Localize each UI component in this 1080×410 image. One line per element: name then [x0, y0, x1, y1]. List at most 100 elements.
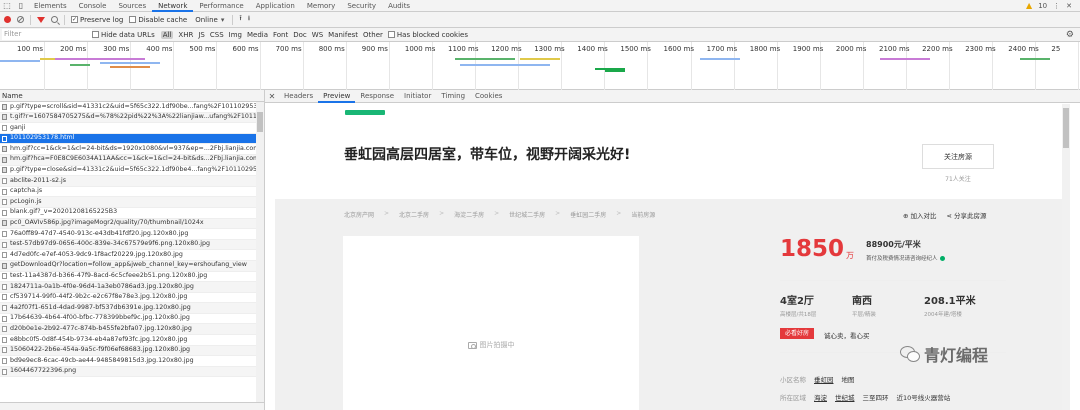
follow-listing-button[interactable]: 关注房源: [922, 144, 994, 169]
type-other[interactable]: Other: [363, 31, 383, 39]
hide-data-urls-label: Hide data URLs: [101, 30, 155, 39]
preview-scrollbar[interactable]: [1062, 104, 1070, 410]
type-xhr[interactable]: XHR: [178, 31, 193, 39]
request-row[interactable]: 76a0ff89-47d7-4540-913c-e43db41fdf20.jpg…: [0, 229, 264, 240]
request-row[interactable]: pcLogin.js: [0, 197, 264, 208]
tab-cookies[interactable]: Cookies: [470, 90, 507, 103]
request-row[interactable]: cf539714-99f0-44f2-9b2c-e2c67f8e78e3.jpg…: [0, 293, 264, 304]
tab-performance[interactable]: Performance: [193, 0, 249, 12]
throttling-select[interactable]: Online ▾: [193, 16, 226, 24]
timeline-overview[interactable]: 100 ms 200 ms 300 ms 400 ms 500 ms 600 ms 700 …: [0, 42, 1080, 90]
preserve-log-box[interactable]: [71, 16, 78, 23]
listing-photo[interactable]: 图片拍摄中: [343, 236, 639, 410]
breadcrumb-item[interactable]: 世纪城二手房: [509, 210, 545, 219]
export-har-icon[interactable]: ⭳: [248, 14, 250, 25]
filter-input[interactable]: Filter: [2, 29, 92, 40]
search-icon[interactable]: [51, 16, 58, 23]
more-menu-icon[interactable]: ⋮: [1053, 2, 1060, 10]
breadcrumb-item[interactable]: 北京二手房: [399, 210, 429, 219]
breadcrumb-item[interactable]: 北京房产网: [344, 210, 374, 219]
tab-headers[interactable]: Headers: [279, 90, 318, 103]
has-blocked-cookies-checkbox[interactable]: Has blocked cookies: [387, 31, 468, 39]
request-row[interactable]: blank.gif?_v=20201208165225B3: [0, 208, 264, 219]
tab-preview[interactable]: Preview: [318, 90, 356, 103]
request-row[interactable]: captcha.js: [0, 187, 264, 198]
has-blocked-cookies-box[interactable]: [387, 31, 395, 38]
tab-network[interactable]: Network: [152, 0, 194, 12]
request-row[interactable]: hm.gif?hca=F0E8C9E6034A11AA&cc=1&ck=1&cl…: [0, 154, 264, 166]
filter-icon[interactable]: [37, 16, 45, 23]
request-row[interactable]: 15060422-2b6e-454a-9a5c-f9f06ef68683.jpg…: [0, 345, 264, 357]
type-img[interactable]: Img: [229, 31, 242, 39]
inspect-icon[interactable]: ⬚: [0, 0, 14, 12]
device-toolbar-icon[interactable]: ▯: [14, 0, 28, 12]
camera-icon: [467, 341, 477, 349]
request-row[interactable]: abclite-2011-s2.js: [0, 176, 264, 187]
type-manifest[interactable]: Manifest: [328, 31, 358, 39]
scrollbar-thumb[interactable]: [257, 112, 263, 132]
request-row[interactable]: d20b0e1e-2b92-477c-874b-b455fe2bfa07.jpg…: [0, 324, 264, 336]
tab-application[interactable]: Application: [250, 0, 301, 12]
breadcrumb-item[interactable]: 垂虹园二手房: [570, 210, 606, 219]
timeline-tick-label: 400 ms: [146, 45, 173, 53]
disable-cache-checkbox[interactable]: Disable cache: [129, 16, 187, 24]
request-row[interactable]: 101102953178.html: [0, 133, 264, 145]
map-link[interactable]: 地图: [842, 374, 855, 384]
type-ws[interactable]: WS: [312, 31, 323, 39]
warning-icon[interactable]: ▲: [1026, 1, 1032, 10]
close-icon[interactable]: ✕: [265, 92, 279, 101]
compare-action[interactable]: ⊕ 加入对比: [903, 210, 937, 220]
request-row[interactable]: test-11a4387d-b366-47f9-8acd-6c5cfeee2b5…: [0, 272, 264, 283]
tab-security[interactable]: Security: [341, 0, 382, 12]
import-har-icon[interactable]: ⭱: [239, 14, 241, 25]
type-font[interactable]: Font: [273, 31, 288, 39]
preserve-log-checkbox[interactable]: Preserve log: [71, 16, 123, 24]
hide-data-urls-box[interactable]: [92, 31, 99, 38]
chat-icon[interactable]: [939, 256, 945, 261]
request-row[interactable]: pc0_OAVIv586p.jpg?imageMogr2/quality/70/…: [0, 218, 264, 230]
request-row[interactable]: getDownloadQr?location=follow_app&jweb_c…: [0, 260, 264, 272]
community-link[interactable]: 垂虹园: [814, 374, 834, 384]
type-js[interactable]: JS: [198, 31, 205, 39]
type-all[interactable]: All: [160, 30, 174, 39]
gear-icon[interactable]: ⚙: [1066, 30, 1074, 40]
tab-timing[interactable]: Timing: [436, 90, 470, 103]
request-row[interactable]: test-57db97d9-0656-400c-839e-34c67579e9f…: [0, 239, 264, 251]
area-district-link[interactable]: 海淀: [814, 392, 827, 402]
tab-memory[interactable]: Memory: [301, 0, 341, 12]
request-row[interactable]: e8bbc0f5-0d8f-454b-9734-eb4a87ef93fc.jpg…: [0, 335, 264, 346]
breadcrumb-item[interactable]: 海淀二手房: [454, 210, 484, 219]
tab-console[interactable]: Console: [73, 0, 113, 12]
request-row[interactable]: 1824711a-0a1b-4f0e-96d4-1a3eb0786ad3.jpg…: [0, 282, 264, 293]
type-css[interactable]: CSS: [210, 31, 224, 39]
disable-cache-box[interactable]: [129, 16, 137, 23]
request-list-scrollbar[interactable]: [256, 102, 264, 402]
request-row[interactable]: 17b64639-4b64-4f00-bfbc-778399bbef9c.jpg…: [0, 314, 264, 325]
name-column-header[interactable]: Name: [0, 90, 264, 102]
request-row[interactable]: 4a2f07f1-651d-4dad-9987-bf537db6391e.jpg…: [0, 303, 264, 314]
request-row[interactable]: ganji: [0, 123, 264, 134]
request-row[interactable]: 4d7ed0fc-e7ef-4053-9dc9-1f8acf20229.jpg.…: [0, 250, 264, 261]
warning-count[interactable]: 10: [1038, 2, 1047, 10]
scrollbar-thumb[interactable]: [1063, 108, 1069, 148]
tab-audits[interactable]: Audits: [382, 0, 416, 12]
hide-data-urls-checkbox[interactable]: Hide data URLs: [92, 31, 155, 39]
request-row[interactable]: 1604467722396.png: [0, 366, 264, 378]
type-media[interactable]: Media: [247, 31, 268, 39]
record-icon[interactable]: [4, 16, 11, 23]
request-row[interactable]: t.gif?r=1607584705275&d=%78%22pid%22%3A%…: [0, 112, 264, 124]
close-devtools-icon[interactable]: ✕: [1066, 2, 1072, 10]
share-action[interactable]: ⋖ 分享此房源: [947, 210, 987, 220]
tab-elements[interactable]: Elements: [28, 0, 73, 12]
tab-initiator[interactable]: Initiator: [399, 90, 436, 103]
request-row[interactable]: p.gif?type=close&sid=41331c2&uid=5f65c32…: [0, 166, 264, 177]
area-label: 所在区域: [780, 394, 806, 402]
request-row[interactable]: bd9e9ec8-6cac-49cb-ae44-9485849815d3.jpg…: [0, 356, 264, 367]
tab-sources[interactable]: Sources: [112, 0, 152, 12]
request-row[interactable]: hm.gif?cc=1&ck=1&cl=24-bit&ds=1920x1080&…: [0, 144, 264, 155]
tab-response[interactable]: Response: [355, 90, 399, 103]
clear-icon[interactable]: [17, 16, 24, 23]
area-block-link[interactable]: 世纪城: [835, 392, 855, 402]
request-row[interactable]: p.gif?type=scroll&sid=41331c2&uid=5f65c3…: [0, 102, 264, 113]
type-doc[interactable]: Doc: [293, 31, 307, 39]
